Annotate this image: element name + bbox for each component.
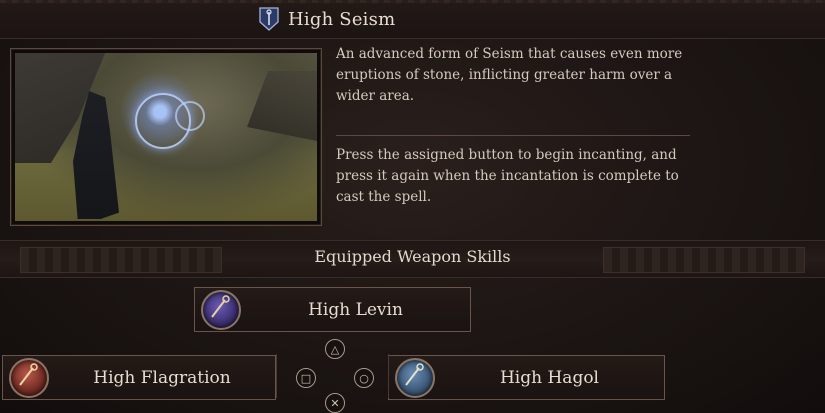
slot-divider [276, 354, 277, 398]
staff-badge-icon [258, 6, 280, 32]
equipped-skills-heading: Equipped Weapon Skills [314, 247, 511, 266]
skill-description: An advanced form of Seism that causes ev… [336, 46, 683, 104]
slot-divider [388, 354, 389, 398]
skill-preview-image [10, 48, 322, 226]
square-button-icon[interactable]: □ [296, 368, 316, 388]
skill-name: High Seism [288, 8, 396, 30]
skill-usage-text: Press the assigned button to begin incan… [336, 147, 679, 205]
skill-slot-label: High Hagol [499, 367, 599, 388]
levin-staff-icon [201, 289, 241, 330]
cross-button-icon[interactable]: ✕ [325, 393, 345, 413]
skill-slot-triangle[interactable]: High Levin [194, 287, 471, 332]
skill-slot-circle[interactable]: High Hagol [388, 355, 665, 400]
flagration-staff-icon [9, 357, 49, 398]
skill-slot-label: High Flagration [93, 367, 231, 388]
skill-title-bar [0, 0, 825, 39]
triangle-button-icon[interactable]: △ [325, 339, 345, 359]
circle-button-icon[interactable]: ○ [354, 368, 374, 388]
skill-slot-label: High Levin [308, 299, 403, 320]
description-divider [336, 135, 690, 136]
skill-slot-square[interactable]: High Flagration [2, 355, 276, 400]
hagol-staff-icon [395, 357, 435, 398]
skill-header: High Seism [258, 5, 395, 33]
